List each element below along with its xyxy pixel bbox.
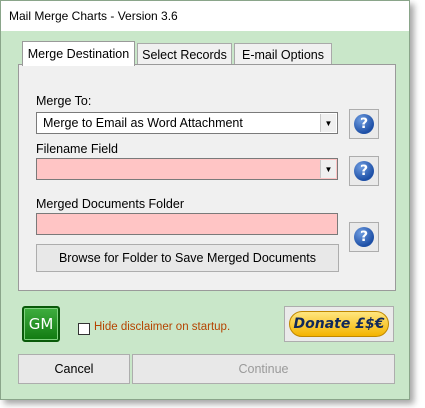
gm-logo-button[interactable]: GM: [22, 306, 60, 342]
donate-badge: Donate £$€: [289, 311, 389, 337]
filename-field-help-button[interactable]: ?: [349, 156, 379, 186]
continue-button[interactable]: Continue: [132, 354, 395, 384]
merged-folder-input[interactable]: [36, 213, 338, 235]
gm-label: GM: [28, 315, 54, 333]
tab-panel-merge-destination: Merge To: Merge to Email as Word Attachm…: [18, 64, 396, 291]
continue-label: Continue: [238, 362, 289, 376]
filename-field-select[interactable]: ▼: [36, 158, 338, 180]
hide-disclaimer-checkbox[interactable]: [78, 323, 90, 335]
window-title: Mail Merge Charts - Version 3.6: [9, 9, 178, 23]
title-bar: Mail Merge Charts - Version 3.6: [1, 1, 409, 31]
hide-disclaimer-label[interactable]: Hide disclaimer on startup.: [94, 321, 230, 333]
chevron-down-icon[interactable]: ▼: [320, 114, 336, 132]
tab-control: Merge Destination Select Records E-mail …: [18, 41, 396, 291]
help-icon: ?: [354, 114, 374, 134]
browse-folder-button[interactable]: Browse for Folder to Save Merged Documen…: [36, 244, 339, 272]
mail-merge-dialog: Mail Merge Charts - Version 3.6 Merge De…: [0, 0, 410, 400]
tab-select-records[interactable]: Select Records: [137, 43, 232, 65]
merged-folder-label: Merged Documents Folder: [36, 197, 184, 211]
tab-label: Select Records: [142, 47, 227, 62]
merge-to-help-button[interactable]: ?: [349, 109, 379, 139]
cancel-label: Cancel: [54, 362, 94, 376]
help-icon: ?: [354, 227, 374, 247]
donate-button[interactable]: Donate £$€: [284, 306, 394, 342]
cancel-button[interactable]: Cancel: [18, 354, 130, 384]
tab-email-options[interactable]: E-mail Options: [234, 43, 332, 65]
merged-folder-help-button[interactable]: ?: [349, 222, 379, 252]
help-icon: ?: [354, 161, 374, 181]
filename-field-label: Filename Field: [36, 142, 118, 156]
merge-to-label: Merge To:: [36, 94, 92, 108]
merge-to-select[interactable]: Merge to Email as Word Attachment ▼: [36, 112, 338, 134]
chevron-down-icon[interactable]: ▼: [320, 160, 336, 178]
merge-to-value: Merge to Email as Word Attachment: [43, 116, 243, 130]
browse-folder-label: Browse for Folder to Save Merged Documen…: [58, 251, 317, 265]
tab-label: Merge Destination: [27, 47, 130, 61]
tab-merge-destination[interactable]: Merge Destination: [22, 41, 135, 66]
tab-label: E-mail Options: [242, 47, 324, 62]
